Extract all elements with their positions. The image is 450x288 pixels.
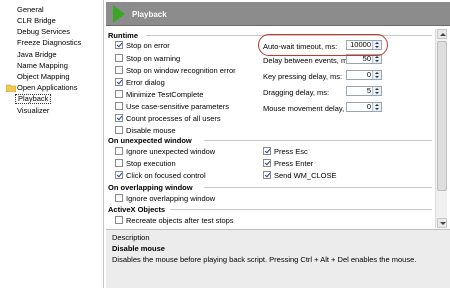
options-tree: General CLR Bridge Debug Services Freeze… bbox=[0, 0, 104, 288]
checkbox-box[interactable] bbox=[115, 102, 123, 110]
tree-item-label: Name Mapping bbox=[17, 61, 68, 70]
checkbox-box[interactable] bbox=[115, 194, 123, 202]
spinner-arrows-icon[interactable] bbox=[372, 71, 381, 79]
section-divider bbox=[204, 140, 432, 141]
mouse-delay-label: Mouse movement delay, ms: bbox=[263, 104, 359, 113]
checkbox-box[interactable] bbox=[115, 159, 123, 167]
checkbox-label: Count processes of all users bbox=[126, 114, 221, 123]
spinner-arrows-icon[interactable] bbox=[372, 87, 381, 95]
delay-events-label: Delay between events, ms: bbox=[263, 56, 354, 65]
checkbox-box[interactable] bbox=[115, 54, 123, 62]
checkbox-label: Stop on warning bbox=[126, 54, 181, 63]
checkbox-label: Error dialog bbox=[126, 78, 165, 87]
options-window: General CLR Bridge Debug Services Freeze… bbox=[0, 0, 450, 288]
page-header: Playback bbox=[106, 2, 450, 26]
section-runtime-title: Runtime bbox=[108, 31, 138, 40]
spinner-value: 50 bbox=[362, 54, 371, 63]
tree-item-label: General bbox=[17, 5, 44, 14]
scroll-up-icon[interactable] bbox=[437, 29, 447, 39]
checkbox-box[interactable] bbox=[115, 171, 123, 179]
section-unexpected-title: On unexpected window bbox=[108, 136, 192, 145]
checkbox-label: Press Enter bbox=[274, 159, 314, 168]
checkbox-label: Stop on error bbox=[126, 41, 170, 50]
checkbox-box[interactable] bbox=[115, 114, 123, 122]
settings-panel: Runtime Stop on error Stop on warning St… bbox=[106, 29, 434, 228]
spinner-value: 0 bbox=[366, 70, 371, 79]
section-divider bbox=[170, 209, 432, 210]
section-activex-title: ActiveX Objects bbox=[108, 205, 166, 214]
checkbox-label: Recreate objects after test stops bbox=[126, 216, 234, 225]
folder-icon bbox=[6, 84, 16, 92]
checkbox-label: Ignore overlapping window bbox=[126, 194, 216, 203]
spinner-arrows-icon[interactable] bbox=[372, 103, 381, 111]
checkbox-label: Stop execution bbox=[126, 159, 176, 168]
tree-item-label: Freeze Diagnostics bbox=[17, 38, 82, 47]
checkbox-box[interactable] bbox=[263, 147, 271, 155]
checkbox-box[interactable] bbox=[115, 126, 123, 134]
checkbox-label: Stop on window recognition error bbox=[126, 66, 236, 75]
checkbox-label: Use case-sensitive parameters bbox=[126, 102, 229, 111]
section-divider bbox=[204, 187, 432, 188]
checkbox-box[interactable] bbox=[115, 41, 123, 49]
checkbox-label: Ignore unexpected window bbox=[126, 147, 216, 156]
tree-item-label: Object Mapping bbox=[17, 72, 70, 81]
tree-item-label: Visualizer bbox=[17, 106, 50, 115]
tree-item-label: Java Bridge bbox=[17, 50, 57, 59]
tree-item-label: Open Applications bbox=[17, 83, 78, 92]
tree-item-label: Playback bbox=[15, 94, 52, 104]
drag-delay-label: Dragging delay, ms: bbox=[263, 88, 330, 97]
checkbox-box[interactable] bbox=[115, 216, 123, 224]
vertical-scrollbar[interactable] bbox=[435, 29, 447, 228]
checkbox-box[interactable] bbox=[115, 78, 123, 86]
checkbox-label: Send WM_CLOSE bbox=[274, 171, 337, 180]
checkbox-label: Minimize TestComplete bbox=[126, 90, 204, 99]
drag-delay-spinner[interactable]: 5 bbox=[346, 86, 382, 96]
checkbox-box[interactable] bbox=[263, 171, 271, 179]
description-panel: Description Disable mouse Disables the m… bbox=[106, 229, 450, 288]
section-overlapping-title: On overlapping window bbox=[108, 183, 193, 192]
description-title: Disable mouse bbox=[112, 244, 165, 253]
checkbox-box[interactable] bbox=[115, 90, 123, 98]
checkbox-box[interactable] bbox=[263, 159, 271, 167]
checkbox-label: Click on focused control bbox=[126, 171, 206, 180]
checkbox-label: Press Esc bbox=[274, 147, 308, 156]
key-delay-spinner[interactable]: 0 bbox=[346, 70, 382, 80]
scroll-down-icon[interactable] bbox=[437, 218, 447, 228]
spinner-value: 0 bbox=[366, 102, 371, 111]
page-title: Playback bbox=[132, 10, 167, 19]
checkbox-box[interactable] bbox=[115, 147, 123, 155]
spinner-value: 5 bbox=[366, 86, 371, 95]
scroll-thumb[interactable] bbox=[437, 41, 447, 191]
description-header: Description bbox=[112, 233, 150, 242]
checkbox-label: Disable mouse bbox=[126, 126, 176, 135]
highlight-annotation bbox=[258, 34, 388, 56]
description-text: Disables the mouse before playing back s… bbox=[112, 255, 417, 264]
key-delay-label: Key pressing delay, ms: bbox=[263, 72, 343, 81]
tree-item-label: CLR Bridge bbox=[17, 16, 56, 25]
mouse-delay-spinner[interactable]: 0 bbox=[346, 102, 382, 112]
play-icon bbox=[113, 5, 125, 23]
spinner-arrows-icon[interactable] bbox=[372, 55, 381, 63]
tree-item-label: Debug Services bbox=[17, 27, 70, 36]
checkbox-box[interactable] bbox=[115, 66, 123, 74]
